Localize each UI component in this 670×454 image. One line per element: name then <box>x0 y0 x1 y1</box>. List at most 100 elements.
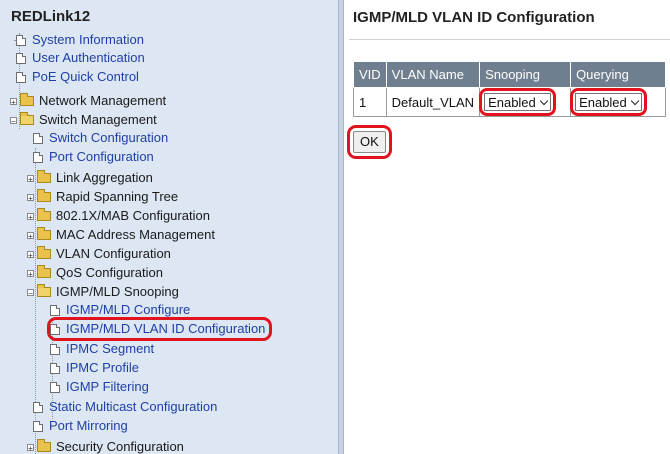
sidebar-item-label: VLAN Configuration <box>56 246 171 261</box>
sidebar-item-link-aggregation[interactable]: + Link Aggregation <box>27 169 153 187</box>
sidebar-item-igmp-mld-snooping[interactable]: − IGMP/MLD Snooping <box>27 283 179 301</box>
querying-highlight: Enabled <box>570 88 647 116</box>
cell-vlan-name: Default_VLAN <box>385 87 481 117</box>
folder-icon <box>37 189 51 202</box>
page-icon <box>50 362 60 374</box>
sidebar-item-label: Switch Configuration <box>49 130 169 145</box>
sidebar-item-user-authentication[interactable]: User Authentication <box>16 49 145 67</box>
sidebar-item-label: IGMP/MLD Snooping <box>56 284 179 299</box>
plus-icon[interactable]: + <box>27 250 34 259</box>
sidebar-item-qos-configuration[interactable]: + QoS Configuration <box>27 264 163 282</box>
sidebar-item-label: User Authentication <box>32 50 145 65</box>
sidebar-item-label: Rapid Spanning Tree <box>56 189 179 204</box>
cell-vid: 1 <box>353 87 387 117</box>
sidebar-item-rapid-spanning-tree[interactable]: + Rapid Spanning Tree <box>27 188 178 206</box>
sidebar-item-label: Port Mirroring <box>49 418 128 433</box>
sidebar-item-label: Switch Management <box>39 112 157 127</box>
plus-icon[interactable]: + <box>27 231 34 240</box>
page-icon <box>50 304 60 316</box>
folder-icon <box>37 208 51 221</box>
page-icon <box>50 381 60 393</box>
page-icon <box>33 151 43 163</box>
cell-snooping: Enabled <box>479 87 572 117</box>
sidebar-item-label: Static Multicast Configuration <box>49 399 218 414</box>
folder-icon <box>37 265 51 278</box>
page-icon <box>16 71 26 83</box>
sidebar-item-mac-address-management[interactable]: + MAC Address Management <box>27 226 215 244</box>
sidebar-item-label: QoS Configuration <box>56 265 163 280</box>
plus-icon[interactable]: + <box>27 212 34 221</box>
page-icon <box>33 420 43 432</box>
sidebar-item-igmp-mld-vlan-id-configuration[interactable]: IGMP/MLD VLAN ID Configuration <box>46 317 273 341</box>
sidebar-item-poe-quick-control[interactable]: PoE Quick Control <box>16 68 139 86</box>
snooping-highlight: Enabled <box>479 88 556 116</box>
folder-open-icon <box>20 112 34 125</box>
snooping-value: Enabled <box>488 94 536 110</box>
igmp-vlan-table: VID VLAN Name Snooping Querying 1 Defaul… <box>353 61 667 117</box>
ok-highlight: OK <box>347 125 392 159</box>
folder-icon <box>37 170 51 183</box>
sidebar-item-label: IPMC Segment <box>66 341 155 356</box>
folder-icon <box>37 439 51 452</box>
sidebar-item-port-configuration[interactable]: Port Configuration <box>33 148 154 166</box>
sidebar-item-ipmc-segment[interactable]: IPMC Segment <box>50 340 154 358</box>
table-header-row: VID VLAN Name Snooping Querying <box>353 61 667 88</box>
page-icon <box>50 343 60 355</box>
folder-icon <box>37 246 51 259</box>
page-icon <box>33 132 43 144</box>
sidebar: REDLink12 System Information User Authen… <box>0 0 338 454</box>
sidebar-item-802-1x-mab-configuration[interactable]: + 802.1X/MAB Configuration <box>27 207 210 225</box>
sidebar-item-label: Link Aggregation <box>56 170 153 185</box>
sidebar-item-label: MAC Address Management <box>56 227 215 242</box>
sidebar-item-vlan-configuration[interactable]: + VLAN Configuration <box>27 245 171 263</box>
column-header-vid: VID <box>353 61 387 88</box>
folder-icon <box>20 93 34 106</box>
device-name: REDLink12 <box>11 8 91 25</box>
column-header-vlan-name: VLAN Name <box>385 61 481 88</box>
sidebar-item-static-multicast-configuration[interactable]: Static Multicast Configuration <box>33 398 217 416</box>
sidebar-item-label: 802.1X/MAB Configuration <box>56 208 210 223</box>
querying-select[interactable]: Enabled <box>575 93 642 111</box>
title-divider <box>349 39 670 40</box>
sidebar-item-label: Security Configuration <box>56 439 184 454</box>
page-icon <box>50 323 60 335</box>
snooping-select[interactable]: Enabled <box>484 93 551 111</box>
sidebar-item-igmp-mld-configure[interactable]: IGMP/MLD Configure <box>50 301 190 319</box>
table-row: 1 Default_VLAN Enabled Enabled <box>353 87 667 117</box>
sidebar-item-label: IGMP Filtering <box>66 379 149 394</box>
sidebar-item-label: IGMP/MLD Configure <box>66 302 191 317</box>
sidebar-item-switch-configuration[interactable]: Switch Configuration <box>33 129 168 147</box>
querying-value: Enabled <box>579 94 627 110</box>
sidebar-item-igmp-filtering[interactable]: IGMP Filtering <box>50 378 149 396</box>
sidebar-item-security-configuration[interactable]: + Security Configuration <box>27 438 184 454</box>
sidebar-item-label: System Information <box>32 32 144 47</box>
plus-icon[interactable]: + <box>27 269 34 278</box>
plus-icon[interactable]: + <box>27 174 34 183</box>
chevron-down-icon <box>630 96 640 105</box>
minus-icon[interactable]: − <box>10 116 17 125</box>
plus-icon[interactable]: + <box>27 443 34 452</box>
page-icon <box>16 34 26 46</box>
ok-button[interactable]: OK <box>353 131 386 153</box>
sidebar-item-label: IGMP/MLD VLAN ID Configuration <box>66 321 266 336</box>
sidebar-item-label: PoE Quick Control <box>32 69 139 84</box>
page-title: IGMP/MLD VLAN ID Configuration <box>353 9 595 26</box>
sidebar-item-label: Port Configuration <box>49 149 154 164</box>
folder-icon <box>37 227 51 240</box>
sidebar-item-label: Network Management <box>39 93 167 108</box>
column-header-querying: Querying <box>570 61 667 88</box>
sidebar-item-ipmc-profile[interactable]: IPMC Profile <box>50 359 139 377</box>
sidebar-item-switch-management[interactable]: − Switch Management <box>10 111 157 129</box>
sidebar-item-port-mirroring[interactable]: Port Mirroring <box>33 417 128 435</box>
column-header-snooping: Snooping <box>479 61 572 88</box>
sidebar-item-label: IPMC Profile <box>66 360 139 375</box>
sidebar-item-network-management[interactable]: + Network Management <box>10 92 166 110</box>
plus-icon[interactable]: + <box>27 193 34 202</box>
sidebar-item-system-information[interactable]: System Information <box>14 31 144 49</box>
page-icon <box>16 52 26 64</box>
page-icon <box>33 401 43 413</box>
folder-open-icon <box>37 284 51 297</box>
minus-icon[interactable]: − <box>27 288 34 297</box>
plus-icon[interactable]: + <box>10 97 17 106</box>
cell-querying: Enabled <box>570 87 667 117</box>
